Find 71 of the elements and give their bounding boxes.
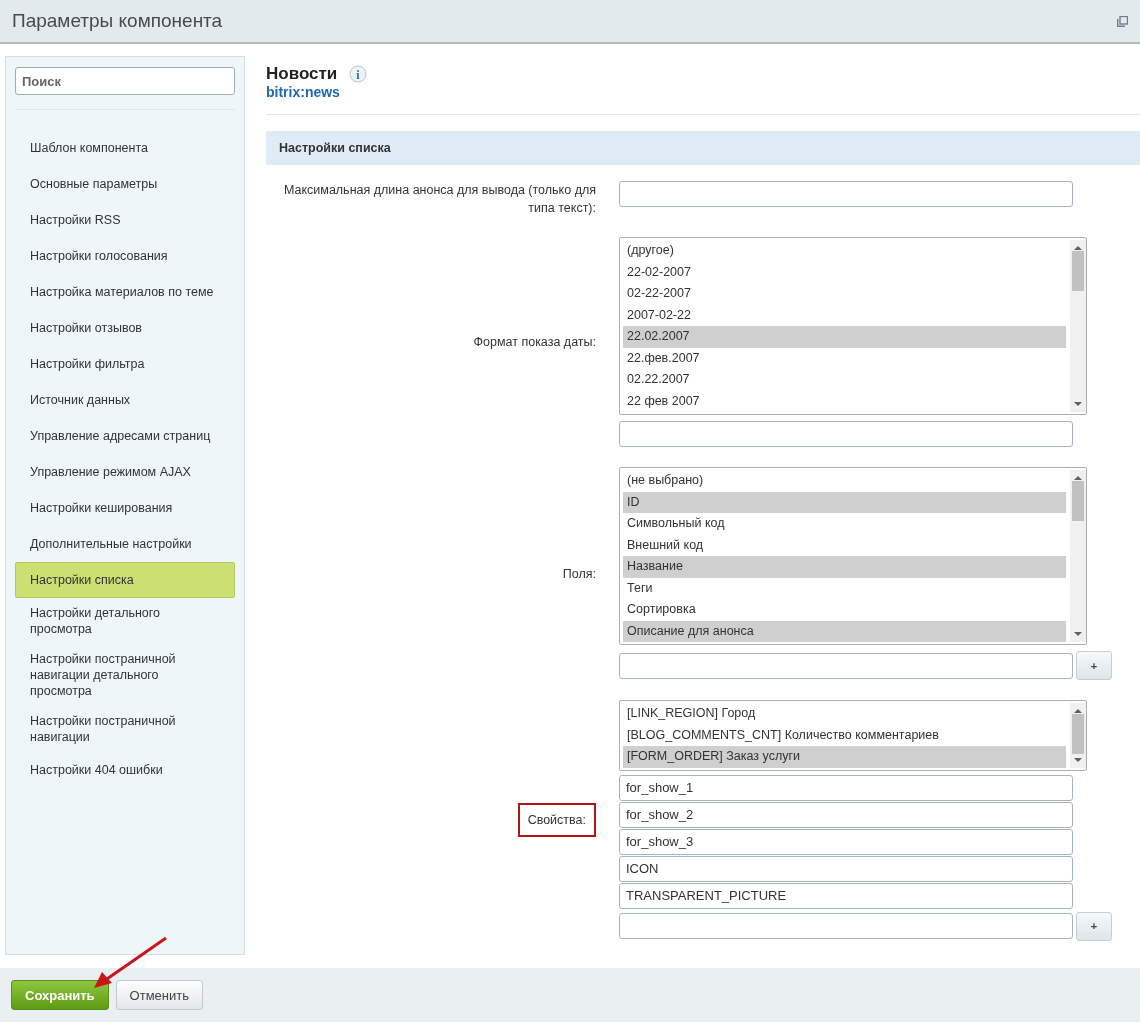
text-input[interactable]: [619, 181, 1073, 207]
cancel-button[interactable]: Отменить: [115, 980, 203, 1010]
section-header: Настройки списка: [266, 131, 1140, 165]
text-input[interactable]: [619, 652, 1073, 679]
sidebar-item[interactable]: Настройки списка: [15, 562, 235, 598]
list-option[interactable]: Внешний код: [623, 534, 1066, 556]
window-title: Параметры компонента: [12, 10, 223, 32]
sidebar-item[interactable]: Настройки голосования: [15, 238, 235, 274]
sidebar-item[interactable]: Источник данных: [15, 382, 235, 418]
sidebar-item[interactable]: Настройки отзывов: [15, 310, 235, 346]
list-option[interactable]: (не выбрано): [623, 470, 1066, 492]
text-input[interactable]: ICON: [619, 855, 1073, 882]
text-input[interactable]: for_show_2: [619, 801, 1073, 828]
sidebar-item[interactable]: Управление режимом AJAX: [15, 454, 235, 490]
sidebar-item[interactable]: Основные параметры: [15, 166, 235, 202]
scrollbar[interactable]: [1070, 240, 1086, 412]
list-option[interactable]: 22.02.2007: [623, 326, 1066, 348]
scroll-thumb[interactable]: [1072, 251, 1084, 291]
text-input[interactable]: [619, 421, 1073, 447]
scroll-thumb[interactable]: [1072, 714, 1084, 754]
field-label: Поля:: [562, 565, 596, 583]
list-option[interactable]: Сортировка: [623, 599, 1066, 621]
scroll-thumb[interactable]: [1072, 481, 1084, 521]
field-label: Формат показа даты:: [473, 334, 596, 351]
list-option[interactable]: Название: [623, 556, 1066, 578]
list-option[interactable]: [LINK_REGION] Город: [623, 703, 1066, 725]
list-option[interactable]: 2007-02-22: [623, 304, 1066, 326]
scroll-down-icon[interactable]: [1074, 756, 1082, 763]
add-button[interactable]: +: [1076, 651, 1112, 680]
scrollbar[interactable]: [1070, 703, 1086, 768]
info-icon[interactable]: i: [349, 65, 368, 83]
list-option[interactable]: 22-02-2007: [623, 261, 1066, 283]
sidebar-item[interactable]: Управление адресами страниц: [15, 418, 235, 454]
list-option[interactable]: 02-22-2007: [623, 283, 1066, 305]
search-field[interactable]: Поиск: [15, 67, 235, 95]
list-option[interactable]: [BLOG_COMMENTS_CNT] Количество комментариев: [623, 724, 1066, 746]
list-option[interactable]: Теги: [623, 577, 1066, 599]
component-code: bitrix:news: [266, 84, 341, 100]
field-label: Свойства:: [517, 803, 596, 838]
sidebar-item[interactable]: Настройки постраничной навигации: [15, 706, 235, 752]
list-option[interactable]: 22.фев.2007: [623, 347, 1066, 369]
scrollbar[interactable]: [1070, 470, 1086, 642]
list-option[interactable]: [FORM_ORDER] Заказ услуги: [623, 746, 1066, 768]
sidebar-item[interactable]: Настройки постраничной навигации детального просмотра: [15, 644, 235, 706]
restore-window-icon[interactable]: [1117, 15, 1128, 27]
sidebar-item[interactable]: Шаблон компонента: [15, 130, 235, 166]
sidebar-item[interactable]: Дополнительные настройки: [15, 526, 235, 562]
list-option[interactable]: Символьный код: [623, 513, 1066, 535]
text-input[interactable]: TRANSPARENT_PICTURE: [619, 882, 1073, 909]
sidebar-item[interactable]: Настройки кеширования: [15, 490, 235, 526]
sidebar-item[interactable]: Настройки 404 ошибки: [15, 752, 235, 788]
component-title: Новости: [266, 64, 338, 84]
listbox[interactable]: (другое) 22-02-2007 02-22-2007 2007-02-22 22.02.2007 22.фев.2007 02.22.2007 22 фев 2007: [619, 237, 1087, 415]
list-option[interactable]: Описание для анонса: [623, 620, 1066, 642]
sidebar-item[interactable]: Настройки фильтра: [15, 346, 235, 382]
text-input[interactable]: for_show_3: [619, 828, 1073, 855]
list-option[interactable]: (другое): [623, 240, 1066, 262]
text-input[interactable]: [619, 913, 1073, 939]
scroll-down-icon[interactable]: [1074, 401, 1082, 407]
sidebar-item[interactable]: Настройки детального просмотра: [15, 598, 235, 644]
listbox[interactable]: (не выбрано) ID Символьный код Внешний код Название Теги Сортировка Описание для анонса: [619, 467, 1087, 645]
list-option[interactable]: ID: [623, 491, 1066, 513]
sidebar-item[interactable]: Настройки RSS: [15, 202, 235, 238]
listbox[interactable]: [LINK_REGION] Город [BLOG_COMMENTS_CNT] Количество комментариев [FORM_ORDER] Заказ услуги: [619, 700, 1087, 771]
list-option[interactable]: 02.22.2007: [623, 369, 1066, 391]
sidebar-item[interactable]: Настройка материалов по теме: [15, 274, 235, 310]
list-option[interactable]: 22 фев 2007: [623, 390, 1066, 412]
add-button[interactable]: +: [1076, 911, 1112, 941]
text-input[interactable]: for_show_1: [619, 774, 1073, 801]
scroll-down-icon[interactable]: [1074, 631, 1082, 637]
field-label: Максимальная длина анонса для вывода (только для типа текст):: [282, 182, 596, 217]
